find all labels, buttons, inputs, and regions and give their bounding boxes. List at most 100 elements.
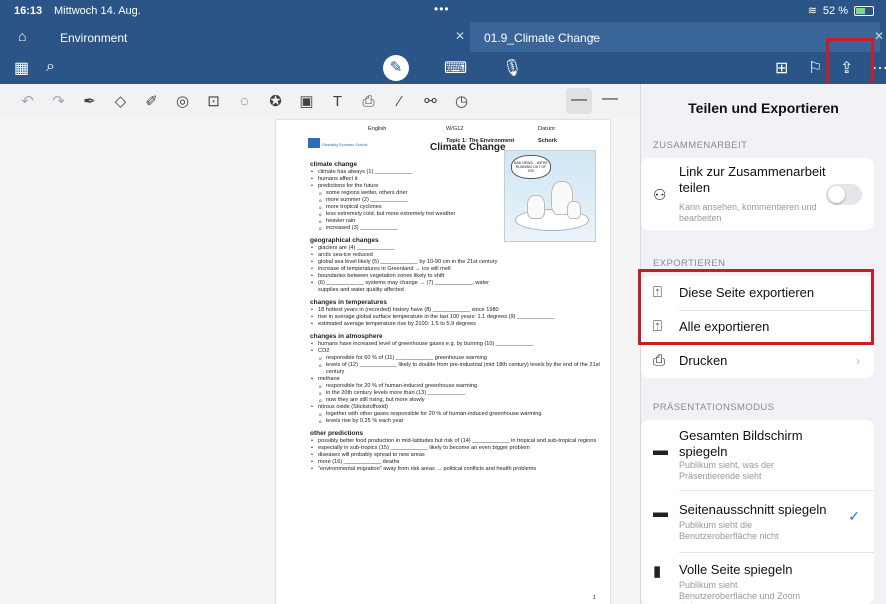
redo-icon[interactable]: ↷	[43, 92, 74, 110]
mirror-fullpage-row[interactable]: ▮ Volle Seite spiegeln Publikum sieht Be…	[641, 552, 874, 604]
collab-link-row[interactable]: ⚇ Link zur Zusammenarbeit teilen Kann an…	[641, 158, 874, 230]
mirror-full-label: Gesamten Bildschirm spiegeln	[679, 428, 803, 459]
battery-icon	[854, 5, 874, 16]
print-row[interactable]: ⎙ Drucken ›	[641, 344, 874, 378]
lasso-icon[interactable]: ◌	[229, 93, 260, 110]
list-item: arctic sea-ice reduced	[310, 252, 500, 259]
list-item: humans have increased level of greenhous…	[310, 341, 600, 348]
list-item: responsible for 20 % of human-induced gr…	[310, 383, 600, 390]
status-date: Mittwoch 14. Aug.	[54, 5, 141, 17]
shape-icon[interactable]: ◎	[167, 92, 198, 110]
page-number: 1	[592, 595, 596, 601]
screenshot-icon[interactable]: ⎙	[353, 93, 384, 110]
list-item: increase of temperatures in Greenland → …	[310, 266, 500, 273]
list-item: diseases will probably spread to new are…	[310, 452, 600, 459]
document-body: climate changeclimate has always (1) ___…	[310, 156, 600, 473]
laser-pointer-icon[interactable]: ⁄	[384, 93, 415, 110]
pen-mode-icon[interactable]: ✎	[383, 55, 409, 81]
list-item: global sea level likely (5) ____________…	[310, 259, 500, 266]
keyboard-icon[interactable]: ⌨	[444, 58, 467, 78]
list-item: now they are still rising, but more slow…	[310, 397, 600, 404]
list-item: boundaries between vegetation zones like…	[310, 273, 500, 280]
printer-icon: ⎙	[653, 352, 666, 369]
link-icon[interactable]: ⚯	[415, 92, 446, 110]
list-item: possibly better food production in mid-l…	[310, 438, 600, 445]
page-header: English W/G12 Datum:	[276, 126, 610, 138]
tab-climate-change[interactable]: 01.9_Climate Change ⌄	[470, 22, 880, 52]
drawing-toolbar: ↶ ↷ ✒ ◇ ✐ ◎ ⊡ ◌ ✪ ▣ T ⎙ ⁄ ⚯ ◷ — —	[0, 84, 640, 118]
sticker-icon[interactable]: ✪	[260, 92, 291, 110]
eraser-icon[interactable]: ◇	[105, 92, 136, 110]
bullet-list: 18 hottest years in (recorded) history h…	[310, 307, 600, 328]
print-label: Drucken	[679, 353, 728, 368]
document-page[interactable]: English W/G12 Datum: Gestaltig Schwarz S…	[276, 120, 610, 604]
list-item: 18 hottest years in (recorded) history h…	[310, 307, 600, 314]
close-tab-icon[interactable]: ✕	[455, 29, 465, 43]
bullet-list: climate has always (1) ____________human…	[310, 169, 500, 232]
collapse-toolbar-button[interactable]: —	[566, 88, 592, 114]
image-icon[interactable]: ▣	[291, 92, 322, 110]
school-logo-text: Gestaltig Schwarz Schule	[322, 142, 368, 147]
app-toolbar: ▦ ⌕ ✎ ⌨ 🎙 ⊞ ⚐ ⇪ ⋯	[0, 52, 886, 84]
add-page-icon[interactable]: ⊞	[775, 58, 788, 78]
timer-icon[interactable]: ◷	[446, 92, 477, 110]
pen-tool-icon[interactable]: ✒	[74, 92, 105, 110]
collab-link-toggle[interactable]	[826, 184, 862, 205]
tab-environment[interactable]: Environment	[60, 31, 127, 45]
screen-mirror-icon: ▬	[653, 442, 668, 459]
text-icon[interactable]: T	[322, 93, 353, 110]
document-area[interactable]: English W/G12 Datum: Gestaltig Schwarz S…	[0, 118, 640, 604]
section-heading: climate change	[310, 161, 357, 168]
collab-section-header: ZUSAMMENARBEIT	[653, 140, 748, 151]
list-item: rise in average global surface temperatu…	[310, 314, 600, 321]
minimize-icon[interactable]: —	[602, 90, 618, 108]
grid-icon[interactable]: ▦	[14, 58, 29, 78]
multitask-dots-icon[interactable]: •••	[434, 2, 450, 16]
list-item: (6) ____________ systems may change → (7…	[310, 280, 500, 294]
checkmark-icon: ✓	[848, 508, 860, 524]
doc-title: Climate Change	[430, 142, 506, 153]
header-date: Datum:	[538, 126, 557, 132]
presentation-card: ▬ Gesamten Bildschirm spiegeln Publikum …	[641, 420, 874, 604]
mirror-page-row[interactable]: ▬ Seitenausschnitt spiegeln Publikum sie…	[641, 490, 874, 550]
chevron-down-icon[interactable]: ⌄	[588, 30, 596, 41]
add-person-icon: ⚇	[653, 187, 667, 204]
search-icon[interactable]: ⌕	[46, 58, 55, 76]
bullet-list: glaciers are (4) ____________arctic sea-…	[310, 245, 500, 294]
highlighter-icon[interactable]: ✐	[136, 92, 167, 110]
export-highlight-box	[638, 269, 874, 345]
panel-title: Teilen und Exportieren	[688, 100, 839, 116]
home-icon[interactable]: ⌂	[18, 28, 26, 44]
mirror-page-sub: Publikum sieht die Benutzeroberfläche ni…	[679, 520, 779, 541]
chevron-right-icon: ›	[856, 354, 860, 368]
school-logo	[308, 138, 320, 148]
bullet-list: possibly better food production in mid-l…	[310, 438, 600, 473]
section-heading: geographical changes	[310, 237, 379, 244]
bookmark-icon[interactable]: ⚐	[808, 58, 822, 78]
microphone-icon[interactable]: 🎙	[502, 58, 522, 78]
doc-author: Schork	[538, 138, 557, 144]
list-item: heavier rain	[310, 218, 500, 225]
lasso-select-icon[interactable]: ⊡	[198, 92, 229, 110]
undo-icon[interactable]: ↶	[12, 92, 43, 110]
list-item: levels of (12) ____________ likely to do…	[310, 362, 600, 376]
mirror-page-label: Seitenausschnitt spiegeln	[679, 502, 827, 517]
section-heading: changes in atmosphere	[310, 333, 383, 340]
list-item: more summer (2) ____________	[310, 197, 500, 204]
list-item: some regions wetter, others drier	[310, 190, 500, 197]
status-time: 16:13	[14, 5, 43, 17]
list-item: especially in sub-tropics (15) _________…	[310, 445, 600, 452]
list-item: predictions for the future	[310, 183, 500, 190]
more-icon[interactable]: ⋯	[872, 58, 886, 78]
tab-bar: ⌂ Environment ✕ 01.9_Climate Change ⌄ ✕	[0, 22, 886, 52]
fullpage-mirror-icon: ▮	[653, 563, 662, 580]
header-class: W/G12	[446, 126, 464, 132]
share-highlight-box	[826, 38, 874, 89]
mirror-full-sub: Publikum sieht, was der Präsentierende s…	[679, 460, 775, 481]
close-tab-icon[interactable]: ✕	[874, 29, 884, 43]
mirror-full-row[interactable]: ▬ Gesamten Bildschirm spiegeln Publikum …	[641, 420, 874, 488]
list-item: humans affect it	[310, 176, 500, 183]
list-item: estimated average temperature rise by 21…	[310, 321, 600, 328]
battery-percent: 52 %	[822, 4, 848, 17]
wifi-icon: ≋	[807, 5, 817, 17]
